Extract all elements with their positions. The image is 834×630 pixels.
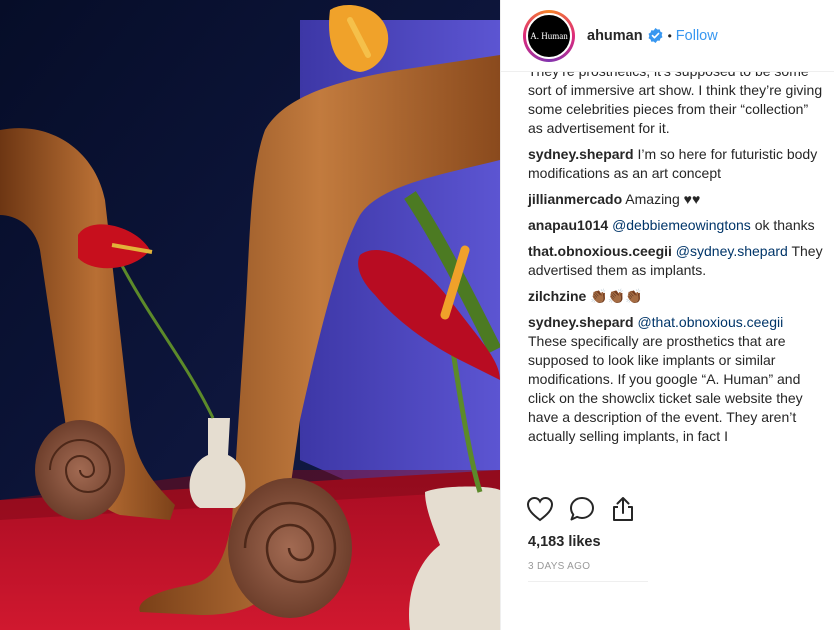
post-view: A. Human ahuman • Follow They’re prosthe…: [0, 0, 834, 630]
share-icon[interactable]: [610, 495, 636, 523]
comment-username[interactable]: sydney.shepard: [528, 314, 634, 330]
verified-badge-icon: [648, 28, 663, 43]
comment-text: These specifically are prosthetics that …: [528, 333, 803, 444]
comment-text: ok thanks: [754, 217, 815, 233]
comment-item: anapau1014 @debbiemeowingtons ok thanks: [528, 216, 823, 235]
post-header: A. Human ahuman • Follow: [501, 0, 834, 72]
comment-username[interactable]: that.obnoxious.ceegii: [528, 243, 672, 259]
comment-text: Amazing ♥♥: [625, 191, 701, 207]
comment-item: zilchzine 👏🏾👏🏾👏🏾: [528, 287, 823, 306]
comments-list[interactable]: They’re prosthetics, it’s supposed to be…: [501, 72, 834, 487]
comment-bubble-icon[interactable]: [568, 495, 596, 523]
comment-text: They’re prosthetics, it’s supposed to be…: [528, 72, 823, 136]
separator-dot: •: [667, 28, 672, 43]
post-actions: [526, 495, 636, 523]
comment-item: sydney.shepard @that.obnoxious.ceegii Th…: [528, 313, 823, 446]
post-photo[interactable]: [0, 0, 500, 630]
divider: [528, 581, 648, 582]
comment-item: jillianmercado Amazing ♥♥: [528, 190, 823, 209]
comment-mention[interactable]: @sydney.shepard: [676, 243, 788, 259]
likes-count[interactable]: 4,183 likes: [528, 534, 601, 550]
avatar[interactable]: A. Human: [523, 9, 575, 62]
follow-button[interactable]: Follow: [676, 28, 718, 44]
post-username[interactable]: ahuman: [587, 28, 643, 44]
comment-item: sydney.shepard I’m so here for futuristi…: [528, 145, 823, 183]
comment-text: 👏🏾👏🏾👏🏾: [590, 288, 643, 304]
comment-username[interactable]: anapau1014: [528, 217, 608, 233]
comment-mention[interactable]: @debbiemeowingtons: [612, 217, 751, 233]
avatar-image: A. Human: [526, 12, 572, 59]
heart-icon[interactable]: [526, 496, 554, 522]
comment-item: that.obnoxious.ceegii @sydney.shepard Th…: [528, 242, 823, 280]
comment-username[interactable]: zilchzine: [528, 288, 586, 304]
post-timestamp[interactable]: 3 DAYS AGO: [528, 561, 590, 572]
photo-illustration: [0, 0, 500, 630]
comment-username[interactable]: sydney.shepard: [528, 146, 634, 162]
comment-username[interactable]: jillianmercado: [528, 191, 622, 207]
comment-mention[interactable]: @that.obnoxious.ceegii: [637, 314, 783, 330]
post-sidebar: A. Human ahuman • Follow They’re prosthe…: [500, 0, 834, 630]
comment-item: They’re prosthetics, it’s supposed to be…: [528, 72, 823, 138]
